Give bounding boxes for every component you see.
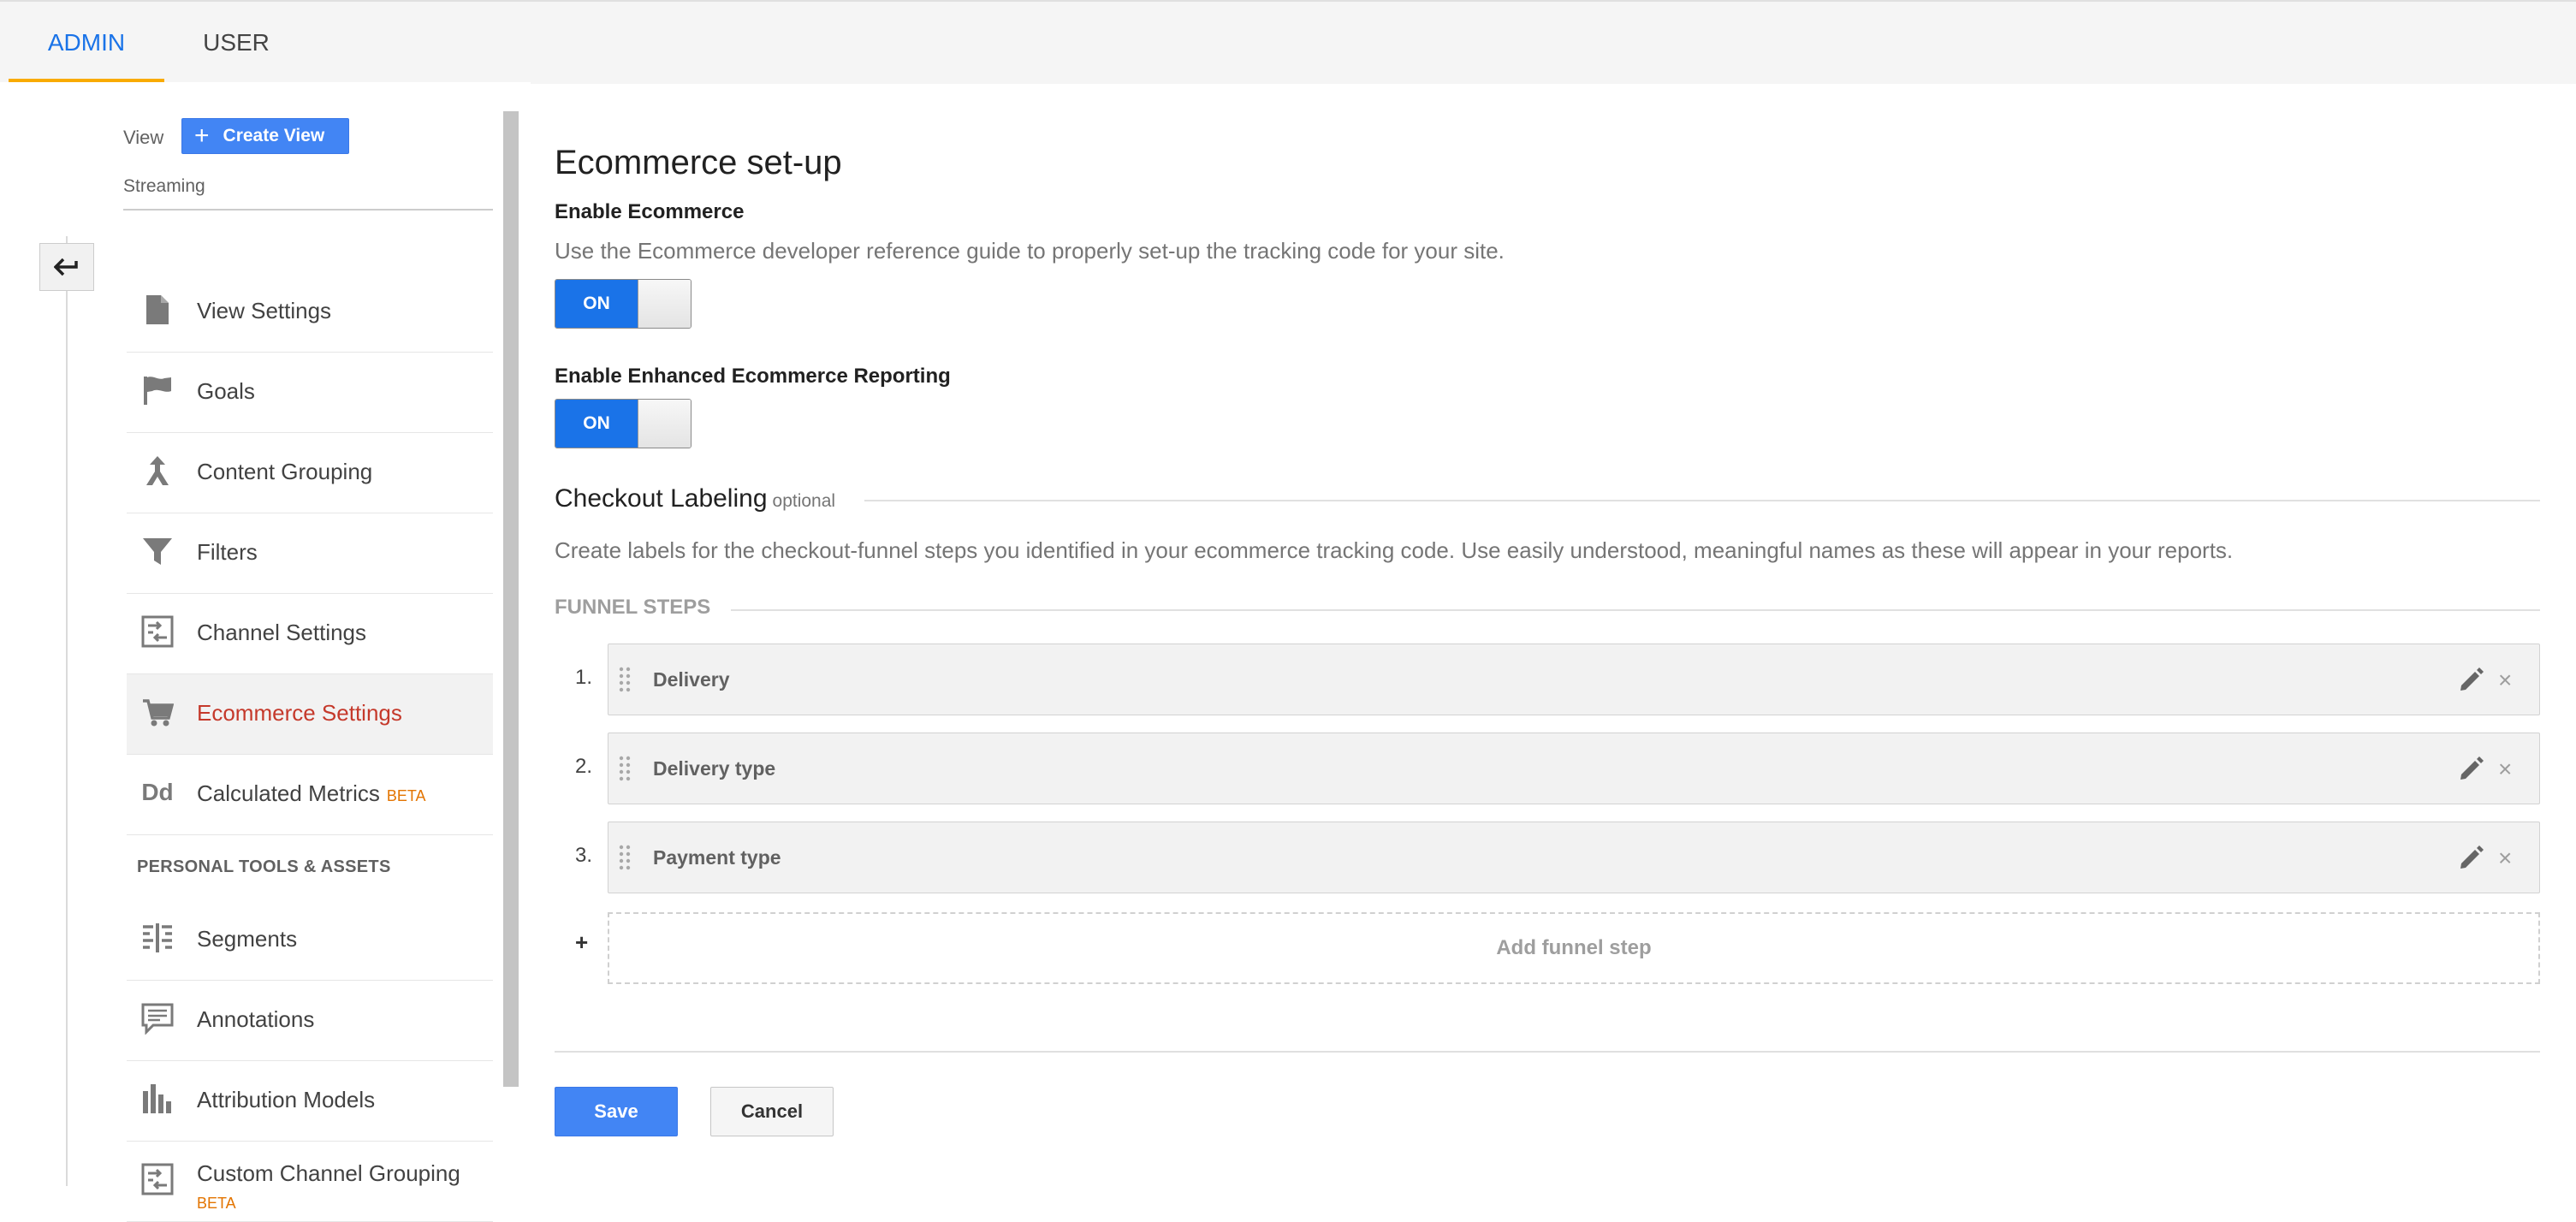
sidebar-item-label: Content Grouping bbox=[197, 459, 373, 484]
pencil-icon[interactable] bbox=[2457, 843, 2486, 872]
enhanced-ecommerce-toggle[interactable]: ON bbox=[555, 399, 691, 448]
top-tab-bar: ADMIN USER bbox=[0, 0, 2576, 84]
tab-admin[interactable]: ADMIN bbox=[9, 2, 164, 82]
beta-badge: BETA bbox=[197, 1195, 236, 1212]
step-number: 2. bbox=[575, 755, 593, 778]
plus-icon: + bbox=[194, 122, 210, 150]
sidebar-item-filters[interactable]: Filters bbox=[127, 513, 493, 594]
sidebar-item-label: Annotations bbox=[197, 1006, 315, 1032]
funnel-step-row: Delivery type × bbox=[608, 733, 2540, 804]
toggle-on-label: ON bbox=[555, 280, 638, 328]
enable-ecommerce-description: Use the Ecommerce developer reference gu… bbox=[555, 238, 1505, 264]
funnel-step-label: Delivery type bbox=[653, 757, 776, 780]
sidebar-item-label: Segments bbox=[197, 926, 298, 952]
divider bbox=[864, 500, 2540, 501]
checkout-labeling-description: Create labels for the checkout-funnel st… bbox=[555, 537, 2234, 563]
divider bbox=[731, 609, 2540, 611]
sidebar-item-annotations[interactable]: Annotations bbox=[127, 981, 493, 1061]
close-icon[interactable]: × bbox=[2498, 668, 2512, 692]
create-view-label: Create View bbox=[223, 126, 325, 145]
sidebar-item-goals[interactable]: Goals bbox=[127, 353, 493, 433]
tab-user[interactable]: USER bbox=[193, 2, 279, 82]
funnel-steps-heading: FUNNEL STEPS bbox=[555, 596, 711, 619]
sidebar-item-label: Attribution Models bbox=[197, 1087, 376, 1112]
divider bbox=[555, 1051, 2540, 1053]
funnel-step-label: Payment type bbox=[653, 846, 781, 869]
add-step-plus-icon: + bbox=[575, 929, 589, 955]
sidebar-item-ecommerce-settings[interactable]: Ecommerce Settings bbox=[127, 674, 493, 755]
annotation-icon bbox=[140, 1001, 175, 1035]
bar-chart-icon bbox=[140, 1082, 175, 1116]
sidebar-nav: View Settings Goals Content Grouping Fil… bbox=[127, 272, 493, 1222]
cancel-button[interactable]: Cancel bbox=[710, 1087, 834, 1136]
sidebar-rail bbox=[66, 236, 68, 1186]
pencil-icon[interactable] bbox=[2457, 665, 2486, 694]
step-number: 3. bbox=[575, 844, 593, 867]
merge-arrow-icon bbox=[140, 454, 175, 488]
enhanced-ecommerce-title: Enable Enhanced Ecommerce Reporting bbox=[555, 365, 951, 388]
optional-label: optional bbox=[772, 491, 836, 511]
beta-badge: BETA bbox=[386, 787, 426, 804]
sidebar-item-label: Calculated Metrics BETA bbox=[197, 780, 426, 806]
sidebar-item-label: View Settings bbox=[197, 298, 332, 323]
enable-ecommerce-title: Enable Ecommerce bbox=[555, 200, 745, 223]
sidebar-item-label: Channel Settings bbox=[197, 620, 367, 645]
funnel-step-row: Delivery × bbox=[608, 644, 2540, 715]
sidebar-item-label: Goals bbox=[197, 378, 255, 404]
close-icon[interactable]: × bbox=[2498, 846, 2512, 870]
toggle-knob bbox=[638, 400, 691, 448]
sidebar-item-channel-settings[interactable]: Channel Settings bbox=[127, 594, 493, 674]
sidebar-item-label: Filters bbox=[197, 539, 258, 565]
view-selector-underline bbox=[123, 209, 493, 211]
personal-tools-heading: PERSONAL TOOLS & ASSETS bbox=[137, 857, 391, 876]
dd-icon: Dd bbox=[141, 779, 174, 805]
flag-icon bbox=[140, 373, 175, 407]
sidebar-item-label: Custom Channel Grouping bbox=[197, 1160, 460, 1186]
add-funnel-step-button[interactable]: Add funnel step bbox=[608, 912, 2540, 984]
enable-ecommerce-toggle[interactable]: ON bbox=[555, 279, 691, 329]
sidebar-item-custom-channel-grouping[interactable]: Custom Channel Grouping BETA bbox=[127, 1142, 493, 1222]
view-label: View bbox=[123, 127, 164, 148]
channel-icon bbox=[140, 1162, 175, 1196]
page-title: Ecommerce set-up bbox=[555, 144, 842, 181]
create-view-button[interactable]: + Create View bbox=[181, 118, 349, 154]
channel-icon bbox=[140, 614, 175, 649]
checkout-labeling-title: Checkout Labeling optional bbox=[555, 484, 836, 513]
drag-handle-icon[interactable] bbox=[619, 845, 631, 870]
sidebar-item-label: Ecommerce Settings bbox=[197, 700, 402, 726]
back-button[interactable] bbox=[39, 243, 94, 291]
cart-icon bbox=[140, 695, 175, 729]
toggle-knob bbox=[638, 280, 691, 328]
add-funnel-step-label: Add funnel step bbox=[1496, 936, 1652, 959]
funnel-step-label: Delivery bbox=[653, 668, 730, 691]
sidebar-scrollbar[interactable] bbox=[503, 111, 519, 1087]
drag-handle-icon[interactable] bbox=[619, 667, 631, 692]
sidebar-item-attribution-models[interactable]: Attribution Models bbox=[127, 1061, 493, 1142]
view-selector[interactable]: Streaming bbox=[123, 176, 205, 197]
pencil-icon[interactable] bbox=[2457, 754, 2486, 783]
sidebar-item-segments[interactable]: Segments bbox=[127, 900, 493, 981]
segments-icon bbox=[140, 921, 175, 955]
filter-icon bbox=[140, 534, 175, 568]
sidebar-item-content-grouping[interactable]: Content Grouping bbox=[127, 433, 493, 513]
step-number: 1. bbox=[575, 666, 593, 689]
sidebar-item-view-settings[interactable]: View Settings bbox=[127, 272, 493, 353]
save-button[interactable]: Save bbox=[555, 1087, 678, 1136]
admin-sidebar: View + Create View Streaming View Settin… bbox=[0, 82, 531, 1222]
close-icon[interactable]: × bbox=[2498, 757, 2512, 781]
toggle-on-label: ON bbox=[555, 400, 638, 448]
back-arrow-icon bbox=[54, 258, 78, 276]
funnel-step-row: Payment type × bbox=[608, 822, 2540, 893]
drag-handle-icon[interactable] bbox=[619, 756, 631, 781]
document-icon bbox=[140, 293, 175, 327]
sidebar-item-calculated-metrics[interactable]: Dd Calculated Metrics BETA bbox=[127, 755, 493, 835]
